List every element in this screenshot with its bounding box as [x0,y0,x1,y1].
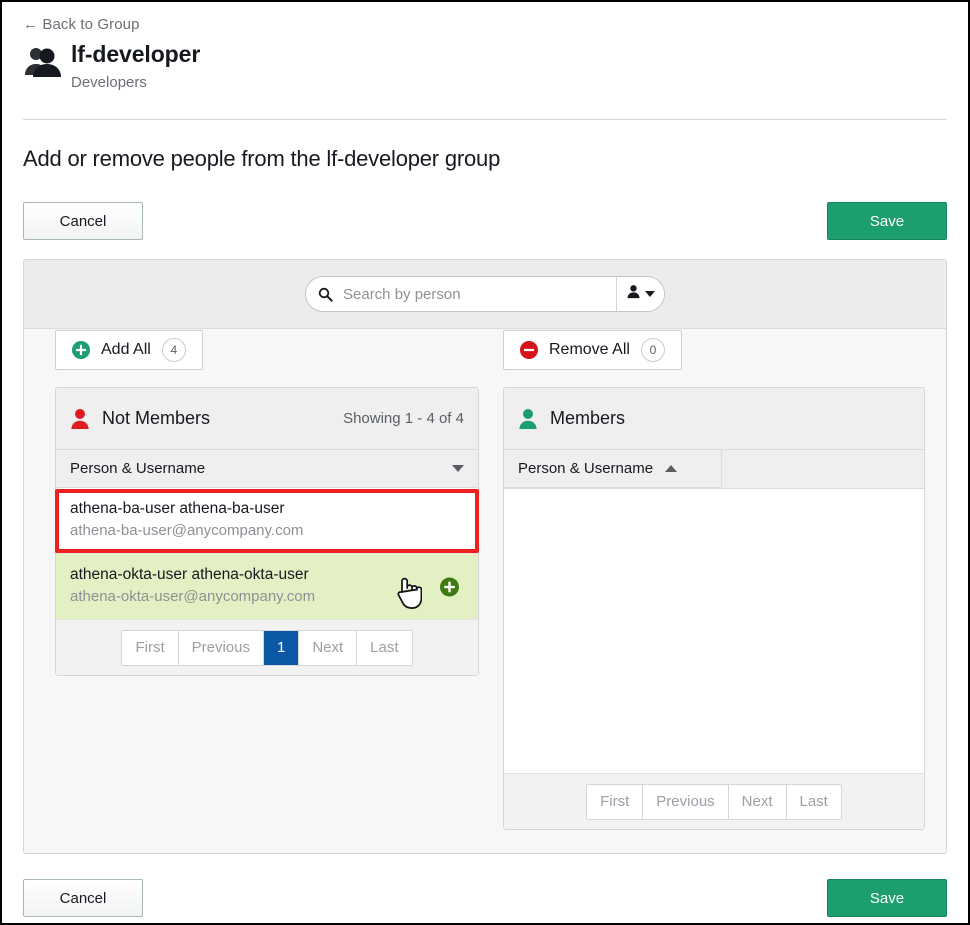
members-list-empty [504,489,924,773]
pagination-previous[interactable]: Previous [179,631,264,665]
pagination-page-1[interactable]: 1 [264,631,299,665]
add-all-button[interactable]: Add All 4 [55,330,203,370]
remove-all-count: 0 [641,338,665,362]
group-header: lf-developer Developers [23,40,200,93]
group-description: Developers [71,73,200,93]
person-green-icon [518,408,538,430]
members-column-header-row: Person & Username [504,450,924,489]
pagination-group: First Previous 1 Next Last [121,630,412,666]
person-red-icon [70,408,90,430]
search-input[interactable] [341,285,616,304]
search-field [306,277,616,311]
back-to-group-link[interactable]: ← Back to Group [23,16,140,33]
page-title: Add or remove people from the lf-develop… [23,146,500,172]
pagination-last[interactable]: Last [357,631,411,665]
page-root: ← Back to Group lf-developer Developers … [2,2,968,923]
pagination-first[interactable]: First [122,631,178,665]
header-divider [23,119,947,120]
cancel-button-bottom[interactable]: Cancel [23,879,143,917]
person-email: athena-ba-user@anycompany.com [70,521,464,541]
pagination-next[interactable]: Next [299,631,357,665]
pagination-first[interactable]: First [587,785,643,819]
members-card: Members Person & Username First P [503,387,925,830]
group-name: lf-developer [71,40,200,68]
not-members-column-header-label: Person & Username [70,460,205,477]
people-group-icon [23,40,61,76]
person-filter-icon [626,284,641,304]
cancel-button-top[interactable]: Cancel [23,202,143,240]
top-action-bar: Cancel Save [23,202,947,240]
add-all-label: Add All [101,341,151,359]
person-name: athena-ba-user athena-ba-user [70,499,464,519]
save-button-bottom[interactable]: Save [827,879,947,917]
plus-circle-icon [72,341,90,359]
transfer-panel: Add All 4 Not Members Showing 1 - 4 of 4 [23,259,947,854]
not-members-header: Not Members Showing 1 - 4 of 4 [56,388,478,450]
not-members-column: Add All 4 Not Members Showing 1 - 4 of 4 [55,330,479,676]
search-bar-region [24,260,946,329]
pagination-next[interactable]: Next [729,785,787,819]
add-all-count: 4 [162,338,186,362]
not-members-showing: Showing 1 - 4 of 4 [343,410,464,427]
not-members-pagination: First Previous 1 Next Last [56,619,478,675]
members-title: Members [550,408,625,429]
person-name: athena-okta-user athena-okta-user [70,565,464,585]
search-control [305,276,665,312]
remove-all-label: Remove All [549,341,630,359]
pagination-previous[interactable]: Previous [643,785,728,819]
list-item[interactable]: athena-ba-user athena-ba-user athena-ba-… [56,488,478,554]
not-members-column-header[interactable]: Person & Username [56,450,478,488]
members-column: Remove All 0 Members [503,330,925,830]
remove-all-button[interactable]: Remove All 0 [503,330,682,370]
pagination-last[interactable]: Last [787,785,841,819]
save-button-top[interactable]: Save [827,202,947,240]
chevron-down-icon [645,291,655,297]
pagination-group: First Previous Next Last [586,784,842,820]
minus-circle-icon [520,341,538,359]
add-circle-icon[interactable] [440,577,459,596]
not-members-list: athena-ba-user athena-ba-user athena-ba-… [56,488,478,619]
members-column-header[interactable]: Person & Username [504,450,722,488]
person-email: athena-okta-user@anycompany.com [70,587,464,607]
not-members-card: Not Members Showing 1 - 4 of 4 Person & … [55,387,479,676]
members-column-header-label: Person & Username [518,460,653,477]
members-pagination: First Previous Next Last [504,773,924,829]
person-filter-dropdown[interactable] [616,277,664,311]
sort-ascending-icon [665,465,677,472]
not-members-title: Not Members [102,408,210,429]
members-header: Members [504,388,924,450]
sort-descending-icon [452,465,464,472]
list-item[interactable]: athena-okta-user athena-okta-user athena… [56,554,478,619]
search-icon [318,287,333,302]
bottom-action-bar: Cancel Save [23,879,947,917]
